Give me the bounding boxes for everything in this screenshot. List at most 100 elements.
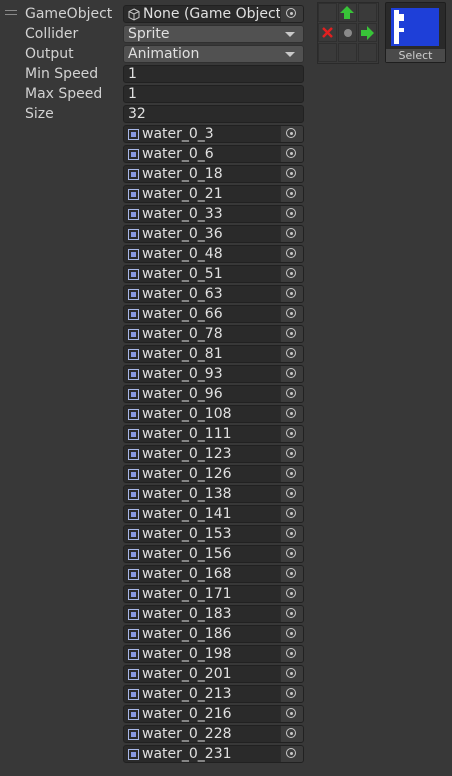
sprite-icon: [128, 129, 139, 140]
sprite-name: water_0_198: [142, 646, 232, 662]
object-picker-button[interactable]: [280, 586, 303, 602]
sprite-element-field[interactable]: water_0_198: [123, 645, 304, 663]
object-picker-button[interactable]: [280, 206, 303, 222]
sprite-name: water_0_126: [142, 466, 232, 482]
object-picker-button[interactable]: [280, 746, 303, 762]
object-picker-button[interactable]: [280, 326, 303, 342]
object-picker-button[interactable]: [280, 526, 303, 542]
object-picker-button[interactable]: [280, 226, 303, 242]
sprite-element-field[interactable]: water_0_108: [123, 405, 304, 423]
sprite-icon: [128, 749, 139, 760]
object-picker-button[interactable]: [280, 686, 303, 702]
picker-icon: [286, 388, 296, 398]
object-picker-button[interactable]: [280, 626, 303, 642]
object-picker-button[interactable]: [280, 366, 303, 382]
min-speed-input[interactable]: 1: [123, 65, 304, 83]
sprite-element-field[interactable]: water_0_96: [123, 385, 304, 403]
sprite-element-field[interactable]: water_0_126: [123, 465, 304, 483]
sprite-element-field[interactable]: water_0_51: [123, 265, 304, 283]
sprite-element-field[interactable]: water_0_36: [123, 225, 304, 243]
object-picker-button[interactable]: [280, 606, 303, 622]
size-input[interactable]: 32: [123, 105, 304, 123]
sprite-element-field[interactable]: water_0_141: [123, 505, 304, 523]
drag-handle[interactable]: [5, 10, 17, 18]
sprite-name: water_0_213: [142, 686, 232, 702]
sprite-element-field[interactable]: water_0_21: [123, 185, 304, 203]
picker-icon: [286, 208, 296, 218]
sprite-element-field[interactable]: water_0_123: [123, 445, 304, 463]
sprite-element-field[interactable]: water_0_153: [123, 525, 304, 543]
sprite-element-field[interactable]: water_0_33: [123, 205, 304, 223]
object-picker-button[interactable]: [280, 666, 303, 682]
object-picker-button[interactable]: [280, 346, 303, 362]
object-picker-button[interactable]: [280, 306, 303, 322]
object-picker-button[interactable]: [280, 486, 303, 502]
object-picker-button[interactable]: [280, 286, 303, 302]
sprite-element-field[interactable]: water_0_6: [123, 145, 304, 163]
collider-dropdown[interactable]: Sprite: [123, 25, 304, 43]
sprite-element-field[interactable]: water_0_93: [123, 365, 304, 383]
object-picker-button[interactable]: [280, 386, 303, 402]
object-picker-button[interactable]: [280, 146, 303, 162]
sprite-element-field[interactable]: water_0_138: [123, 485, 304, 503]
sprite-element-field[interactable]: water_0_171: [123, 585, 304, 603]
object-picker-button[interactable]: [280, 506, 303, 522]
select-button[interactable]: Select: [386, 49, 445, 62]
center-dot-icon[interactable]: [344, 29, 352, 37]
picker-icon: [286, 568, 296, 578]
sprite-name: water_0_63: [142, 286, 223, 302]
sprite-element-field[interactable]: water_0_81: [123, 345, 304, 363]
sprite-element-field[interactable]: water_0_231: [123, 745, 304, 763]
sprite-name: water_0_93: [142, 366, 223, 382]
sprite-element-field[interactable]: water_0_111: [123, 425, 304, 443]
gameobject-field[interactable]: None (Game Object): [123, 5, 304, 23]
sprite-element-field[interactable]: water_0_48: [123, 245, 304, 263]
output-dropdown[interactable]: Animation: [123, 45, 304, 63]
sprite-element-field[interactable]: water_0_78: [123, 325, 304, 343]
sprite-element-field[interactable]: water_0_186: [123, 625, 304, 643]
sprite-element-field[interactable]: water_0_63: [123, 285, 304, 303]
sprite-element-field[interactable]: water_0_168: [123, 565, 304, 583]
size-value: 32: [128, 106, 146, 122]
object-picker-button[interactable]: [280, 726, 303, 742]
sprite-element-field[interactable]: water_0_213: [123, 685, 304, 703]
sprite-icon: [128, 469, 139, 480]
object-picker-button[interactable]: [280, 546, 303, 562]
sprite-element-field[interactable]: water_0_201: [123, 665, 304, 683]
object-picker-button[interactable]: [280, 706, 303, 722]
arrow-right-icon[interactable]: [361, 26, 374, 40]
sprite-name: water_0_141: [142, 506, 232, 522]
sprite-element-field[interactable]: water_0_18: [123, 165, 304, 183]
object-picker-button[interactable]: [280, 406, 303, 422]
picker-icon: [286, 228, 296, 238]
sprite-element-field[interactable]: water_0_183: [123, 605, 304, 623]
object-picker-button[interactable]: [280, 426, 303, 442]
object-picker-button[interactable]: [280, 166, 303, 182]
max-speed-input[interactable]: 1: [123, 85, 304, 103]
sprite-element-field[interactable]: water_0_3: [123, 125, 304, 143]
object-picker-button[interactable]: [280, 446, 303, 462]
picker-icon: [286, 688, 296, 698]
anchor-grid[interactable]: [317, 2, 379, 64]
sprite-element-field[interactable]: water_0_156: [123, 545, 304, 563]
object-picker-button[interactable]: [280, 6, 303, 22]
cross-icon[interactable]: [322, 27, 333, 38]
arrow-up-icon[interactable]: [340, 6, 354, 19]
object-picker-button[interactable]: [280, 186, 303, 202]
object-picker-button[interactable]: [280, 266, 303, 282]
object-picker-button[interactable]: [280, 566, 303, 582]
sprite-name: water_0_33: [142, 206, 223, 222]
sprite-name: water_0_171: [142, 586, 232, 602]
sprite-element-field[interactable]: water_0_66: [123, 305, 304, 323]
object-picker-button[interactable]: [280, 466, 303, 482]
picker-icon: [286, 428, 296, 438]
object-picker-button[interactable]: [280, 126, 303, 142]
object-picker-button[interactable]: [280, 246, 303, 262]
sprite-element-field[interactable]: water_0_228: [123, 725, 304, 743]
sprite-element-field[interactable]: water_0_216: [123, 705, 304, 723]
picker-icon: [286, 8, 296, 18]
object-picker-button[interactable]: [280, 646, 303, 662]
sprite-preview[interactable]: Select: [385, 2, 446, 63]
picker-icon: [286, 448, 296, 458]
picker-icon: [286, 268, 296, 278]
